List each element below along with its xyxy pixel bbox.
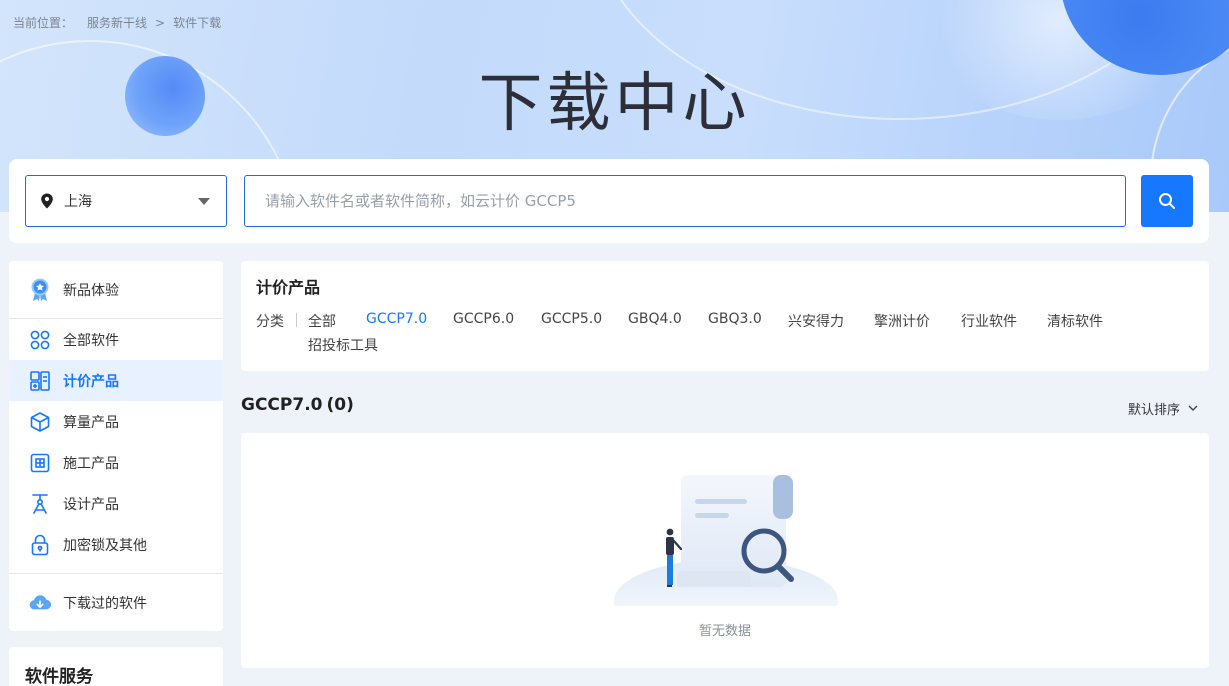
- filter-option-xinganideli[interactable]: 兴安得力: [788, 311, 844, 331]
- filter-separator: [296, 313, 297, 327]
- software-services-panel: 软件服务: [9, 647, 223, 686]
- city-select-value: 上海: [64, 194, 92, 210]
- grid-circles-icon: [29, 329, 51, 351]
- filter-title: 计价产品: [256, 278, 321, 297]
- breadcrumb: 当前位置： 服务新干线 > 软件下载: [13, 14, 221, 31]
- calculator-grid-icon: [29, 370, 51, 392]
- sidebar-item-new-products[interactable]: 新品体验: [9, 269, 223, 310]
- filter-option-gccp6[interactable]: GCCP6.0: [453, 311, 514, 327]
- filter-option-gccp7[interactable]: GCCP7.0: [366, 311, 427, 327]
- sidebar-item-all-software[interactable]: 全部软件: [9, 319, 223, 360]
- result-title: GCCP7.0 (0): [241, 395, 354, 415]
- sort-label: 默认排序: [1128, 403, 1181, 418]
- sidebar-item-label: 施工产品: [63, 455, 119, 472]
- filter-category-label: 分类: [256, 314, 284, 330]
- page-title: 下载中心: [478, 67, 751, 141]
- breadcrumb-separator: >: [155, 15, 166, 30]
- breadcrumb-label: 当前位置：: [13, 16, 74, 30]
- sidebar-item-pricing-products[interactable]: 计价产品: [9, 360, 223, 401]
- results-panel: 暂无数据: [241, 433, 1209, 668]
- sidebar-item-label: 下载过的软件: [63, 595, 147, 612]
- sidebar-item-label: 全部软件: [63, 332, 119, 349]
- sidebar-item-label: 新品体验: [63, 282, 119, 299]
- category-sidebar: 新品体验 全部软件 计价产品 算量产品 施工产品 设计产品 加密锁及其他 下载过…: [9, 261, 223, 631]
- sidebar-item-label: 计价产品: [63, 373, 119, 390]
- cloud-download-icon: [29, 592, 51, 614]
- sidebar-item-label: 算量产品: [63, 414, 119, 431]
- award-badge-icon: [29, 278, 51, 301]
- filter-option-industry[interactable]: 行业软件: [961, 311, 1017, 331]
- sidebar-item-downloaded-software[interactable]: 下载过的软件: [9, 582, 223, 623]
- search-panel: 上海: [9, 159, 1209, 243]
- search-icon: [1159, 193, 1175, 209]
- filter-option-qingzhou[interactable]: 擎洲计价: [874, 311, 930, 331]
- filter-option-all[interactable]: 全部: [308, 311, 336, 331]
- filter-option-bidding-tools[interactable]: 招投标工具: [308, 335, 378, 355]
- sidebar-item-label: 设计产品: [63, 496, 119, 513]
- search-input[interactable]: [244, 175, 1126, 227]
- sort-select[interactable]: 默认排序: [1128, 399, 1198, 418]
- filter-option-bid-clearing[interactable]: 清标软件: [1047, 311, 1103, 331]
- filter-option-gccp5[interactable]: GCCP5.0: [541, 311, 602, 327]
- empty-state-text: 暂无数据: [698, 624, 751, 639]
- filter-panel: 计价产品 分类 全部 GCCP7.0 GCCP6.0 GCCP5.0 GBQ4.…: [241, 261, 1209, 371]
- sidebar-item-quantity-products[interactable]: 算量产品: [9, 401, 223, 442]
- empty-state-illustration: [614, 475, 838, 606]
- sidebar-item-lock-and-others[interactable]: 加密锁及其他: [9, 524, 223, 565]
- search-button[interactable]: [1141, 175, 1193, 227]
- filter-option-gbq3[interactable]: GBQ3.0: [708, 311, 762, 327]
- software-services-title: 软件服务: [25, 667, 93, 686]
- sidebar-item-construction-products[interactable]: 施工产品: [9, 442, 223, 483]
- chevron-down-icon: [198, 198, 210, 205]
- filter-option-gbq4[interactable]: GBQ4.0: [628, 311, 682, 327]
- sidebar-divider: [9, 573, 223, 574]
- location-pin-icon: [41, 193, 53, 209]
- cube-icon: [29, 411, 51, 433]
- breadcrumb-item-download[interactable]: 软件下载: [173, 14, 221, 31]
- result-category: GCCP7.0: [241, 395, 323, 415]
- breadcrumb-item-service[interactable]: 服务新干线: [87, 14, 147, 31]
- sidebar-item-label: 加密锁及其他: [63, 537, 147, 554]
- construction-board-icon: [29, 452, 51, 474]
- result-count: (0): [326, 395, 354, 415]
- lock-icon: [29, 534, 51, 556]
- compass-tool-icon: [29, 493, 51, 515]
- city-select[interactable]: 上海: [25, 175, 227, 227]
- sidebar-item-design-products[interactable]: 设计产品: [9, 483, 223, 524]
- chevron-down-icon: [1188, 405, 1198, 411]
